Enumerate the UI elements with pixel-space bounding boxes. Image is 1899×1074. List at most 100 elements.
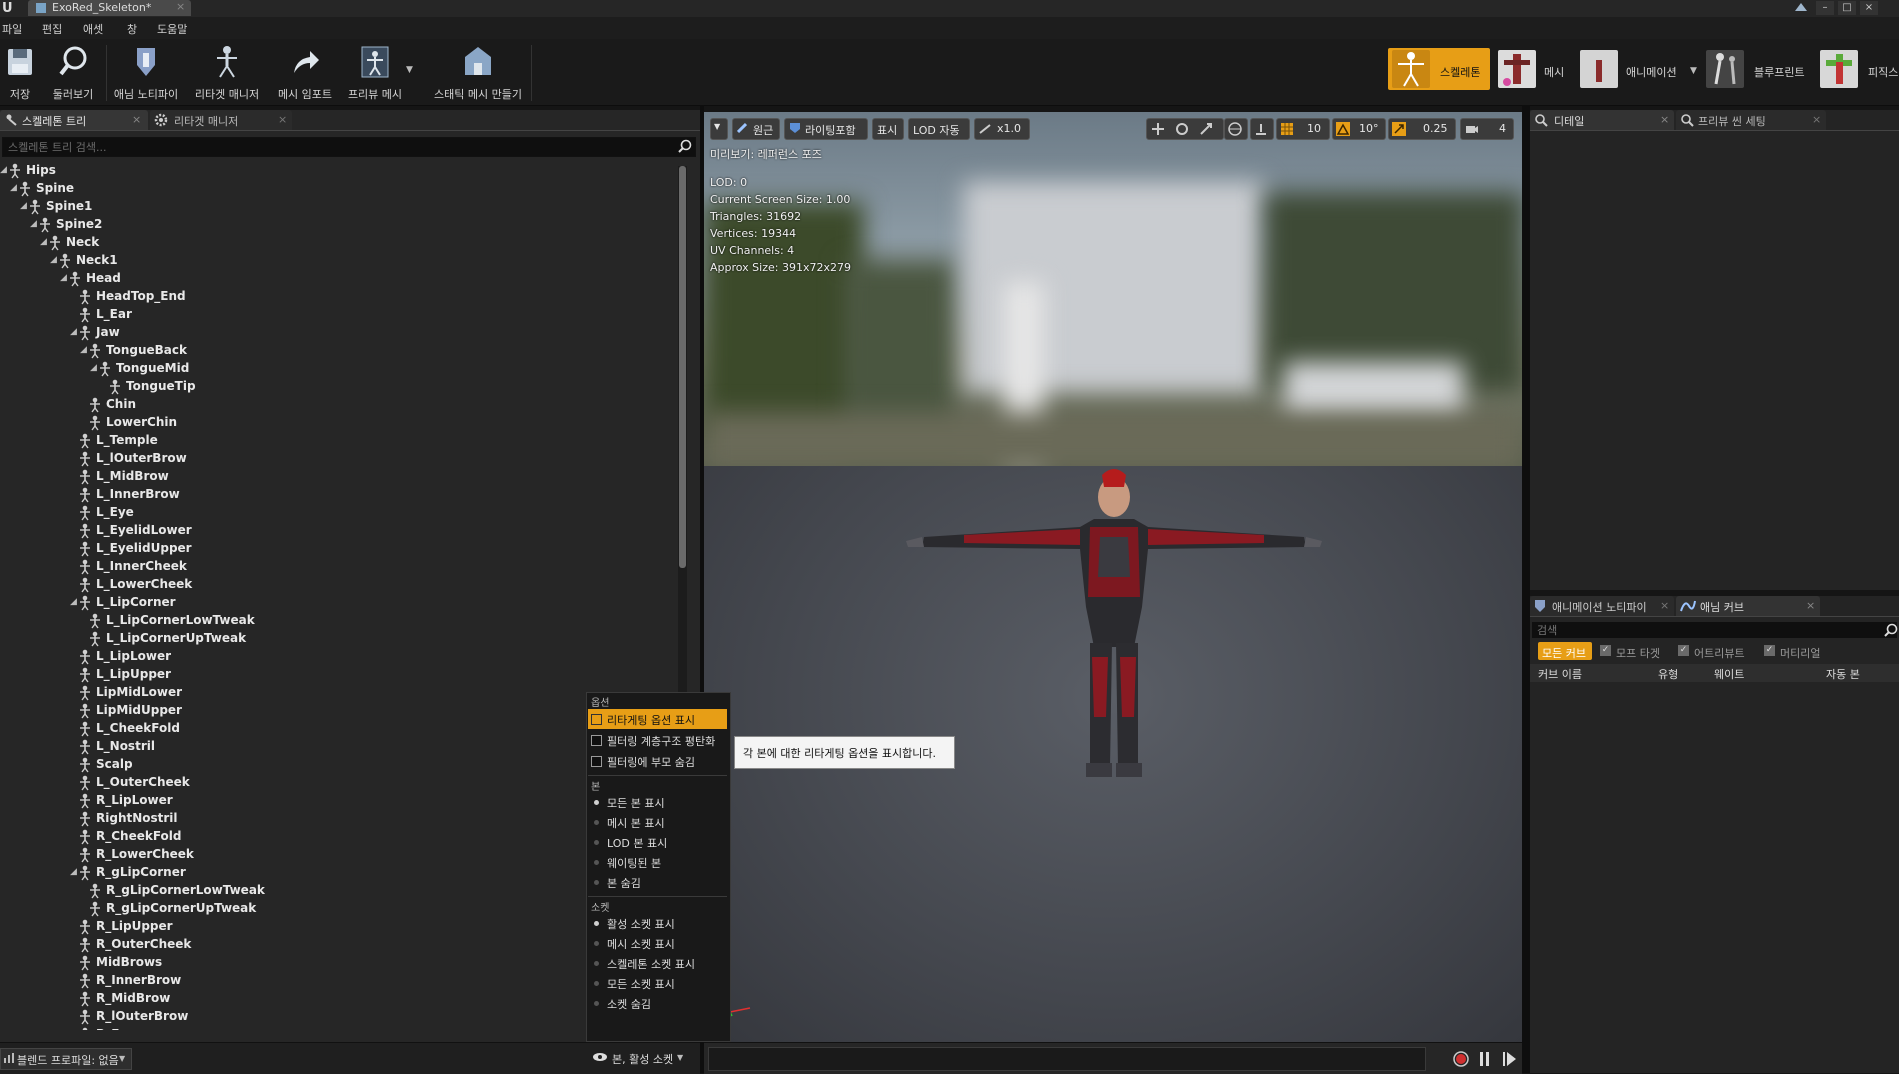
rotate-icon[interactable] [1175,122,1189,139]
translate-icon[interactable] [1151,122,1165,139]
lod-button[interactable]: LOD 자동 [908,118,970,140]
close-tab-icon[interactable]: × [1660,599,1669,612]
animation-dropdown-icon[interactable]: ▼ [1690,66,1697,76]
tab-skeleton-tree[interactable]: 스켈레톤 트리 × [0,110,148,130]
surface-snap-button[interactable] [1250,118,1274,140]
show-skeleton-sockets[interactable]: 스켈레톤 소켓 표시 [588,953,727,973]
checkbox-checked[interactable]: ✓ [1678,645,1689,656]
bone-filter-dropdown[interactable]: 본, 활성 소켓 ▼ [588,1048,688,1068]
lighting-button[interactable]: 라이팅포함 [784,118,868,140]
show-retargeting-options[interactable]: 리타게팅 옵션 표시 [588,709,727,729]
close-tab-icon[interactable]: × [132,113,141,126]
grid-snap-button[interactable]: 10 [1276,118,1330,140]
character-mesh[interactable] [904,467,1324,787]
filter-all-curves[interactable]: 모든 커브 [1538,642,1592,660]
document-tab[interactable]: ExoRed_Skeleton* × [28,0,191,16]
close-tab-icon[interactable]: × [176,0,185,13]
menu-file[interactable]: 파일 [2,21,22,37]
column-auto-bone[interactable]: 자동 본 [1826,666,1860,682]
scale-snap-button[interactable]: 0.25 [1388,118,1456,140]
record-icon[interactable] [1452,1050,1470,1071]
playback-speed-button[interactable]: x1.0 [974,118,1030,140]
anim-notify-button[interactable]: 애님 노티파이 [110,41,182,103]
close-tab-icon[interactable]: × [1812,113,1821,126]
splitter[interactable] [1522,105,1530,1073]
checkbox-checked[interactable]: ✓ [1600,645,1611,656]
viewport[interactable]: ▼ 원근 라이팅포함 표시 LOD 자동 x1.0 10 10° 0.25 4 … [704,112,1522,1042]
radio[interactable] [594,860,599,865]
skeleton-tree-search[interactable] [2,137,696,157]
show-button[interactable]: 표시 [872,118,904,140]
close-tab-icon[interactable]: × [1660,113,1669,126]
viewport-options-button[interactable]: ▼ [710,118,728,140]
show-mesh-sockets[interactable]: 메시 소켓 표시 [588,933,727,953]
blend-profile-dropdown[interactable]: 블렌드 프로파일: 없음 ▼ [0,1048,132,1070]
skeleton-mode-button[interactable]: 스켈레톤 [1388,48,1490,90]
physics-mode-button[interactable]: 피직스 [1816,48,1899,90]
radio[interactable] [594,1001,599,1006]
show-mesh-bones[interactable]: 메시 본 표시 [588,812,727,832]
radio[interactable] [594,961,599,966]
close-window-icon[interactable]: × [1860,1,1878,15]
menu-edit[interactable]: 편집 [42,21,62,37]
show-all-bones[interactable]: 모든 본 표시 [588,792,727,812]
show-lod-bones[interactable]: LOD 본 표시 [588,832,727,852]
tab-retarget-manager[interactable]: 리타겟 매니저 × [150,110,292,130]
mesh-mode-button[interactable]: 메시 [1494,48,1572,90]
maximize-icon[interactable]: □ [1838,1,1856,15]
flatten-hierarchy-on-filter[interactable]: 필터링 계층구조 평탄화 [588,730,727,750]
hide-sockets[interactable]: 소켓 숨김 [588,993,727,1013]
show-weighted-bones[interactable]: 웨이팅된 본 [588,852,727,872]
curve-search-input[interactable] [1535,622,1869,639]
preview-mesh-dropdown-icon[interactable]: ▼ [406,65,413,75]
filter-materials[interactable]: ✓ 머티리얼 [1764,642,1850,660]
skeleton-tree-search-input[interactable] [6,139,670,156]
filter-attributes[interactable]: ✓ 어트리뷰트 [1678,642,1764,660]
column-curve-name[interactable]: 커브 이름 [1538,666,1582,682]
camera-speed-button[interactable]: 4 [1460,118,1514,140]
minimize-icon[interactable]: – [1816,1,1834,15]
radio-selected[interactable] [594,921,599,926]
save-button[interactable]: 저장 [0,41,40,103]
radio-selected[interactable] [594,800,599,805]
radio[interactable] [594,880,599,885]
close-tab-icon[interactable]: × [1806,599,1815,612]
import-mesh-button[interactable]: 메시 임포트 [272,41,338,103]
show-active-sockets[interactable]: 활성 소켓 표시 [588,913,727,933]
checkbox[interactable] [591,714,602,725]
animation-mode-button[interactable]: 애니메이션 [1576,48,1694,90]
tab-anim-notifies[interactable]: 애니메이션 노티파이 × [1530,596,1674,616]
radio[interactable] [594,840,599,845]
tab-anim-curves[interactable]: 애님 커브 × [1676,596,1820,616]
world-space-button[interactable] [1224,118,1248,140]
tab-details[interactable]: 디테일 × [1530,110,1674,130]
radio[interactable] [594,941,599,946]
radio[interactable] [594,820,599,825]
rotation-snap-button[interactable]: 10° [1332,118,1386,140]
pause-icon[interactable] [1478,1051,1492,1070]
make-static-mesh-button[interactable]: 스태틱 메시 만들기 [428,41,528,103]
curve-search[interactable] [1532,622,1898,639]
source-control-icon[interactable] [1793,1,1809,15]
column-weight[interactable]: 웨이트 [1714,666,1744,682]
scale-icon[interactable] [1199,122,1213,139]
checkbox[interactable] [591,735,602,746]
timeline-scrubber[interactable] [708,1047,1426,1071]
preview-mesh-button[interactable]: 프리뷰 메시 [344,41,406,103]
close-tab-icon[interactable]: × [278,113,287,126]
hide-bones[interactable]: 본 숨김 [588,872,727,892]
menu-asset[interactable]: 애셋 [83,21,103,37]
tab-preview-scene-settings[interactable]: 프리뷰 씬 세팅 × [1676,110,1826,130]
column-type[interactable]: 유형 [1658,666,1678,682]
filter-morph-targets[interactable]: ✓ 모프 타겟 [1600,642,1680,660]
menu-window[interactable]: 창 [127,21,137,37]
menu-help[interactable]: 도움말 [157,21,187,37]
blueprint-mode-button[interactable]: 블루프린트 [1702,48,1805,90]
show-all-sockets[interactable]: 모든 소켓 표시 [588,973,727,993]
checkbox[interactable] [591,756,602,767]
checkbox-checked[interactable]: ✓ [1764,645,1775,656]
radio[interactable] [594,981,599,986]
browse-button[interactable]: 둘러보기 [46,41,100,103]
perspective-button[interactable]: 원근 [732,118,780,140]
retarget-manager-button[interactable]: 리타겟 매니저 [190,41,264,103]
